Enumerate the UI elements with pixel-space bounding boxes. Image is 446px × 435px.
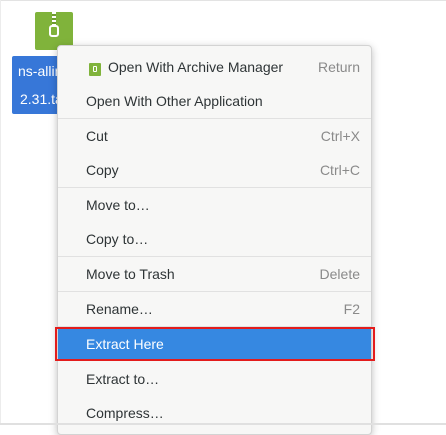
menu-item-open-with-other-application[interactable]: Open With Other Application [58,84,371,118]
menu-item-move-to-trash[interactable]: Move to Trash Delete [58,257,371,291]
menu-item-accelerator: F2 [343,301,360,317]
menu-item-label: Compress… [86,405,164,421]
menu-item-label: Cut [86,128,108,144]
menu-item-label: Copy [86,162,119,178]
window-top-border [0,0,446,1]
menu-item-label: Copy to… [86,231,149,247]
window-left-border [0,0,1,425]
menu-item-label: Extract to… [86,371,160,387]
context-menu: Open With Archive Manager Return Open Wi… [57,45,372,435]
menu-item-extract-to[interactable]: Extract to… [58,362,371,396]
menu-item-label: Extract Here [86,336,164,352]
menu-item-label: Open With Archive Manager [108,59,284,75]
menu-item-label: Open With Other Application [86,93,263,109]
menu-item-rename[interactable]: Rename… F2 [58,292,371,326]
menu-item-move-to[interactable]: Move to… [58,188,371,222]
menu-item-label: Move to Trash [86,266,175,282]
menu-item-copy-to[interactable]: Copy to… [58,222,371,256]
zipper-strip [52,12,56,26]
zipper-tag [49,25,59,37]
menu-item-accelerator: Ctrl+X [320,128,360,144]
menu-item-label: Move to… [86,197,150,213]
menu-item-accelerator: Return [317,59,360,75]
file-name-line-1: ns-allin [18,63,63,79]
menu-item-open-with-archive-manager[interactable]: Open With Archive Manager Return [58,50,371,84]
menu-item-accelerator: Ctrl+C [319,162,360,178]
menu-item-cut[interactable]: Cut Ctrl+X [58,119,371,153]
menu-item-label: Rename… [86,301,153,317]
menu-item-extract-here[interactable]: Extract Here [58,327,371,361]
archive-manager-icon [89,63,101,76]
menu-item-copy[interactable]: Copy Ctrl+C [58,153,371,187]
menu-item-accelerator: Delete [319,266,360,282]
